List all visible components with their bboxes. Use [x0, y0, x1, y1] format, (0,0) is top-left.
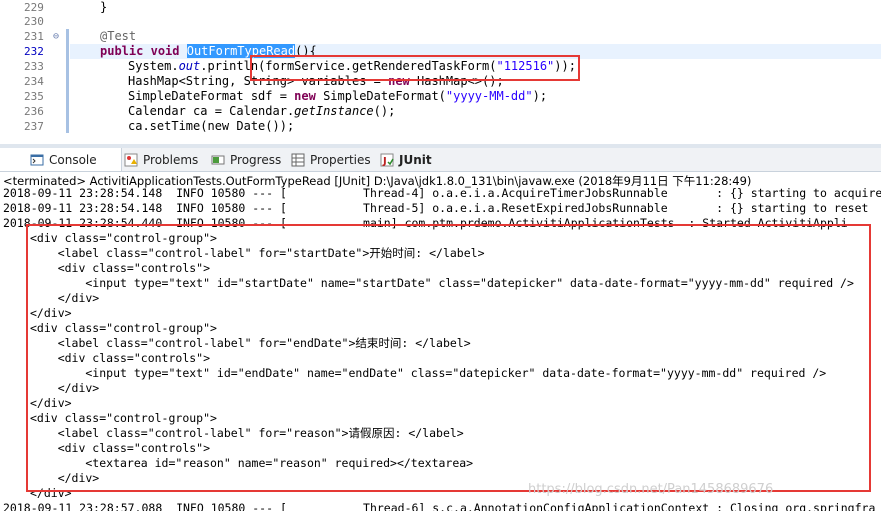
- line-number: 231 ⊖: [24, 29, 62, 44]
- console-line: 2018-09-11 23:28:54.148 INFO 10580 --- […: [3, 201, 869, 215]
- keyword: void: [150, 44, 180, 58]
- line-number: 234: [24, 75, 44, 88]
- console-icon: [30, 153, 44, 167]
- tab-label: Progress: [230, 152, 282, 167]
- code-text: Calendar ca = Calendar.: [128, 104, 295, 118]
- code-text: ();: [373, 104, 396, 118]
- console-line: 2018-09-11 23:28:57.088 INFO 10580 --- […: [3, 501, 876, 511]
- code-line: SimpleDateFormat sdf = new SimpleDateFor…: [128, 89, 547, 104]
- string-literal: "yyyy-MM-dd": [445, 89, 533, 103]
- code-line: }: [100, 0, 108, 14]
- progress-icon: [211, 153, 225, 167]
- line-number: 229: [24, 1, 44, 14]
- line-number-gutter: 229 230 231 ⊖ 232 233 234 235 236 237: [0, 0, 70, 147]
- tab-problems[interactable]: Problems: [124, 148, 198, 171]
- console-line: 2018-09-11 23:28:54.148 INFO 10580 --- […: [3, 186, 881, 200]
- field-name: out: [178, 59, 201, 73]
- keyword: new: [294, 89, 316, 103]
- tab-junit[interactable]: J JUnit: [380, 148, 432, 171]
- code-line: @Test: [100, 29, 137, 43]
- change-marker-bar: [66, 29, 69, 133]
- code-text: SimpleDateFormat(: [315, 89, 446, 103]
- tab-progress[interactable]: Progress: [211, 148, 281, 171]
- tab-console[interactable]: Console: [0, 148, 122, 171]
- line-number: 237: [24, 120, 44, 133]
- static-method: getInstance: [294, 104, 374, 118]
- line-number: 232: [24, 45, 44, 58]
- tab-label: Console: [49, 152, 97, 167]
- junit-icon: J: [380, 153, 394, 167]
- keyword: public: [100, 44, 144, 58]
- code-text: System.: [128, 59, 179, 73]
- tab-label: Properties: [310, 152, 371, 167]
- line-number: 230: [24, 15, 44, 28]
- line-number-text: 231: [24, 30, 44, 43]
- code-editor[interactable]: 229 230 231 ⊖ 232 233 234 235 236 237 } @…: [0, 0, 881, 147]
- code-text: SimpleDateFormat sdf =: [128, 89, 295, 103]
- svg-text:J: J: [382, 156, 387, 167]
- properties-icon: [291, 153, 305, 167]
- problems-icon: [124, 153, 138, 167]
- tab-label: JUnit: [399, 152, 432, 167]
- highlight-box-println: [250, 55, 580, 81]
- highlight-box-form-html: [26, 224, 871, 492]
- watermark: https://blog.csdn.net/Pan1458689676: [528, 482, 774, 497]
- tab-properties[interactable]: Properties: [291, 148, 371, 171]
- code-line: Calendar ca = Calendar.getInstance();: [128, 104, 395, 119]
- line-number: 236: [24, 105, 44, 118]
- view-tab-bar: Console Problems Progress Properties J J…: [0, 148, 881, 172]
- code-text: );: [532, 89, 548, 103]
- code-line: ca.setTime(new Date());: [128, 119, 295, 133]
- line-number: 233: [24, 60, 44, 73]
- fold-collapse-icon[interactable]: ⊖: [53, 29, 59, 44]
- line-number: 235: [24, 90, 44, 103]
- tab-label: Problems: [143, 152, 199, 167]
